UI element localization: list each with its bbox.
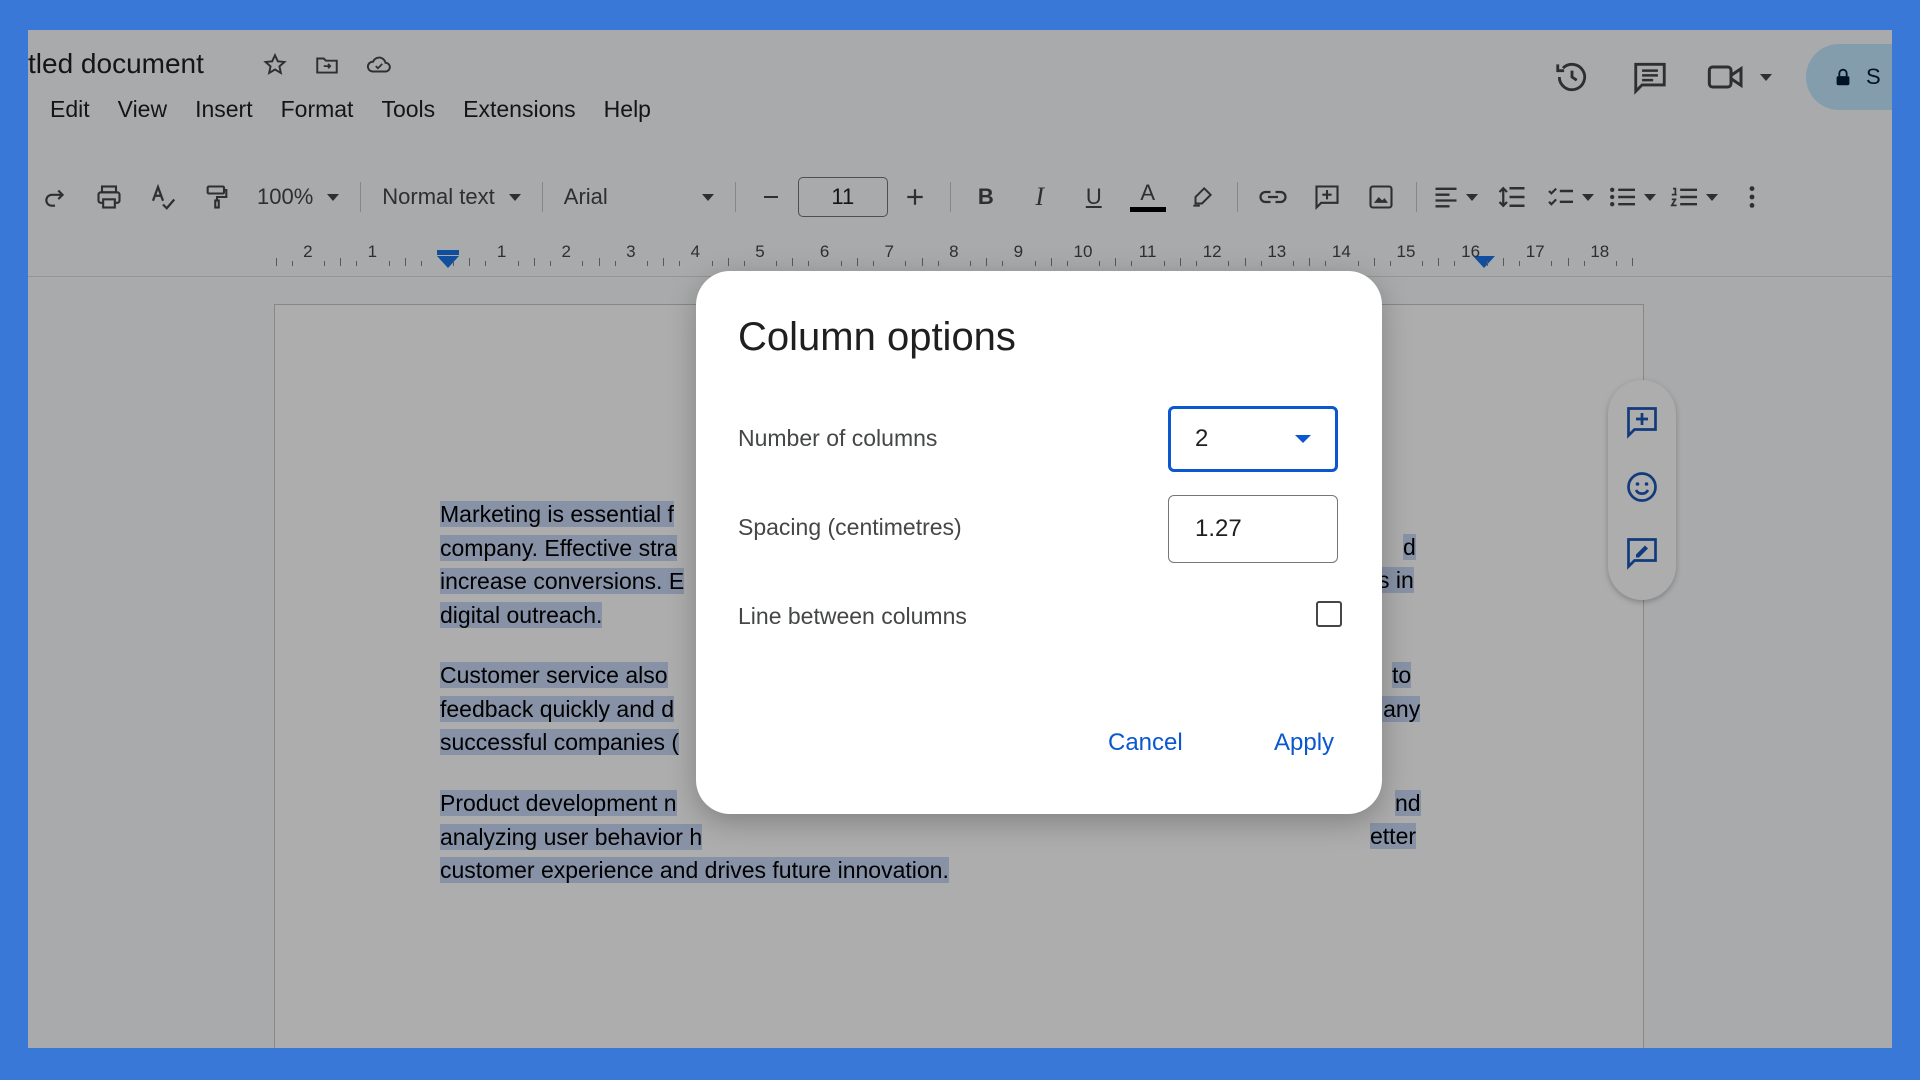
number-of-columns-select[interactable]: 2 — [1168, 406, 1338, 472]
column-options-dialog: Column options Number of columns 2 Spaci… — [696, 271, 1382, 814]
spacing-label: Spacing (centimetres) — [738, 514, 962, 540]
docs-window: tled document Edit View Insert Format To… — [28, 30, 1892, 1048]
spacing-input[interactable]: 1.27 — [1168, 495, 1338, 563]
line-between-columns-checkbox[interactable] — [1316, 601, 1342, 627]
number-of-columns-label: Number of columns — [738, 425, 938, 451]
line-between-columns-label: Line between columns — [738, 603, 967, 629]
chevron-down-icon — [1295, 435, 1311, 443]
apply-button[interactable]: Apply — [1266, 723, 1342, 763]
number-of-columns-value: 2 — [1195, 425, 1209, 452]
dialog-title: Column options — [738, 315, 1016, 359]
cancel-button[interactable]: Cancel — [1100, 723, 1191, 763]
